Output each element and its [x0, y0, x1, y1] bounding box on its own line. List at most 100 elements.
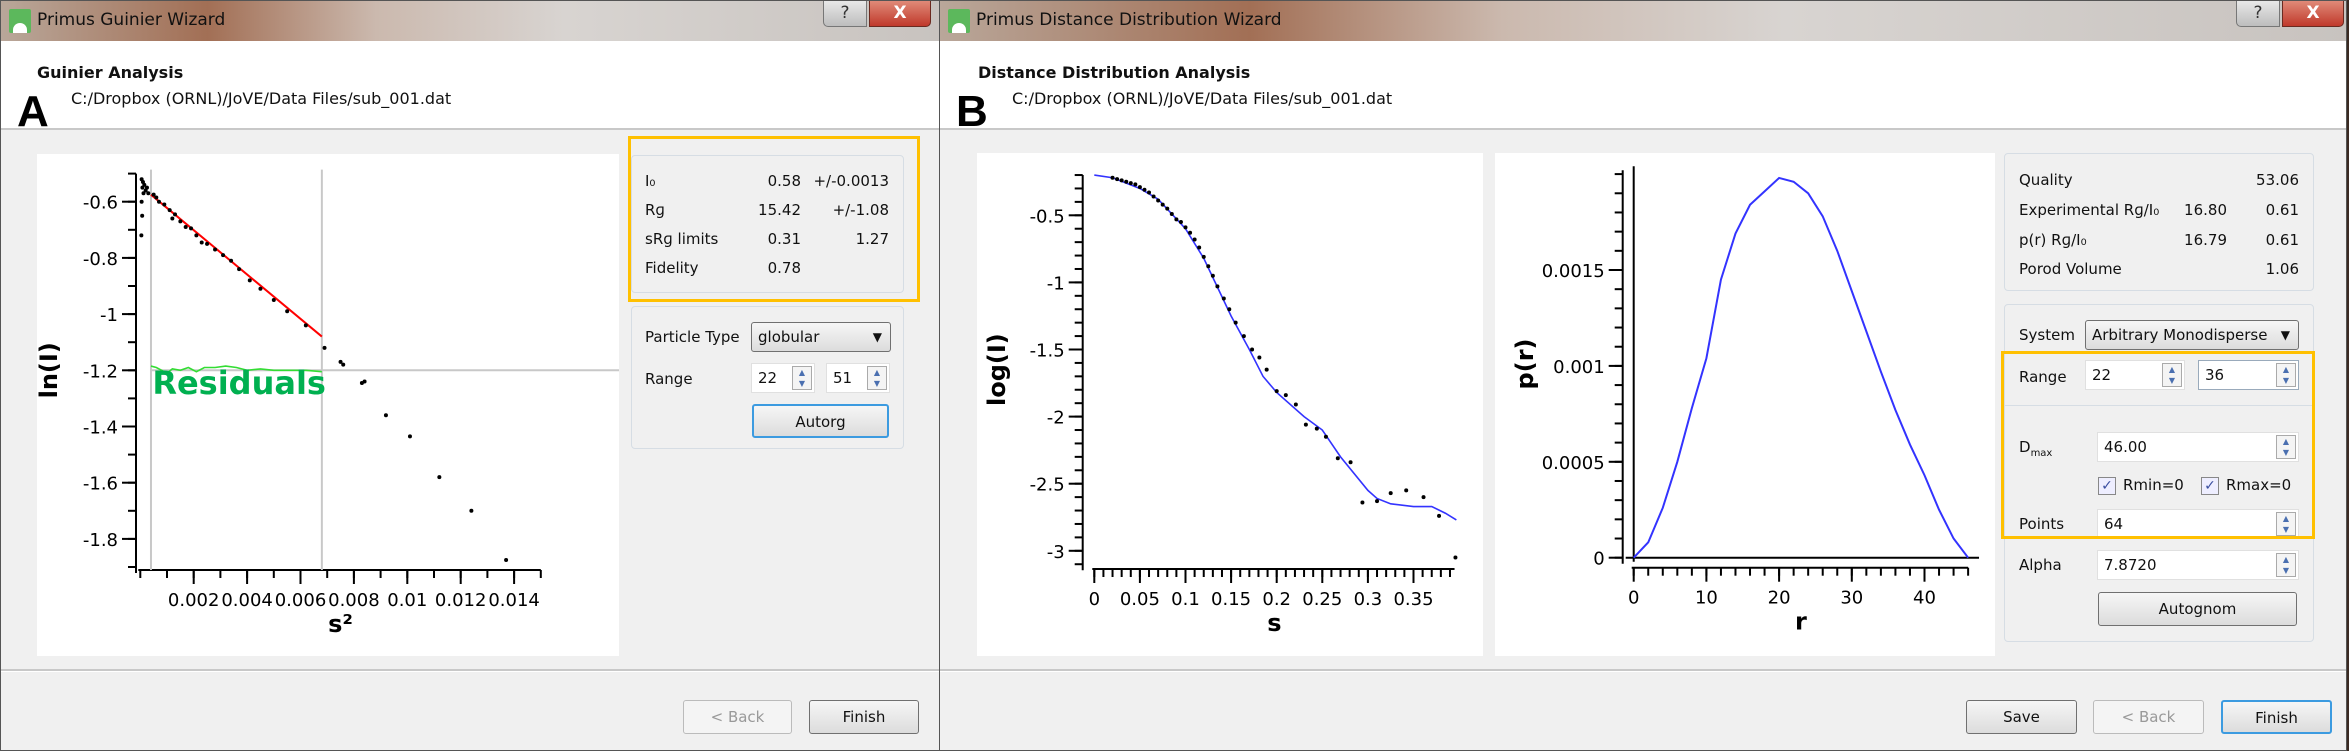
wizard-header: Guinier Analysis C:/Dropbox (ORNL)/JoVE/… [1, 41, 939, 136]
data-point [1110, 175, 1115, 180]
autorg-button[interactable]: Autorg [752, 404, 889, 438]
range-end-spinbox[interactable]: 51 ▲ ▼ [826, 363, 890, 393]
particle-type-select[interactable]: globular ▼ [751, 322, 891, 352]
x-tick-label: 0.2 [1262, 589, 1291, 610]
footer-divider [1, 669, 939, 672]
y-tick-label: -0.5 [1030, 206, 1065, 227]
data-point [1188, 230, 1193, 235]
experimental-rg: 16.80 [2184, 201, 2227, 219]
guinier-chart: 0.002 0.004 0.006 0.008 0.01 0.012 0.014 -0.6 -0… [37, 169, 619, 638]
x-tick-label: 0.004 [221, 590, 273, 611]
data-point [1151, 194, 1156, 199]
data-point [504, 557, 509, 562]
experimental-label: Experimental Rɡ/I₀ [2019, 201, 2160, 219]
back-button[interactable]: < Back [2093, 700, 2204, 734]
finish-button[interactable]: Finish [2221, 700, 2332, 734]
x-tick-label: 0.25 [1302, 589, 1342, 610]
system-label: System [2019, 326, 2075, 344]
y-tick-label: -1.6 [83, 474, 118, 495]
data-point [167, 208, 172, 213]
y-tick-label: -3 [1047, 542, 1065, 563]
y-tick-label: -0.8 [83, 249, 118, 270]
x-tick-label: 0.014 [488, 590, 540, 611]
data-point [141, 191, 146, 196]
data-point [1293, 402, 1298, 407]
window-title: Primus Distance Distribution Wizard [976, 10, 1282, 30]
x-tick-label: 30 [1840, 588, 1863, 609]
result-label: sRɡ limits [645, 230, 719, 248]
data-point [1375, 499, 1380, 504]
range-start-value: 22 [758, 369, 778, 387]
autognom-button[interactable]: Autognom [2098, 592, 2297, 626]
x-axis-label: s [1267, 609, 1281, 637]
help-button[interactable]: ? [2236, 1, 2280, 27]
result-error: +/-1.08 [832, 201, 889, 219]
data-point [1233, 320, 1238, 325]
data-point [1169, 211, 1174, 216]
x-tick-label: 0.35 [1393, 589, 1433, 610]
distance-distribution-wizard-window: Primus Distance Distribution Wizard ? X … [939, 0, 2347, 751]
quality-group: Quality 53.06 Experimental Rɡ/I₀ 16.80 0… [2004, 153, 2314, 291]
data-point [1437, 513, 1442, 518]
chevron-down-icon: ▼ [872, 330, 882, 344]
spin-arrows-icon[interactable]: ▲ ▼ [792, 366, 812, 390]
footer-divider [940, 669, 2346, 672]
y-tick-label: -2 [1047, 408, 1065, 429]
alpha-spinbox[interactable]: 7.8720 ▲ ▼ [2097, 550, 2299, 580]
data-point [1274, 389, 1279, 394]
data-point [1241, 334, 1246, 339]
highlight-box [2001, 351, 2315, 539]
back-button[interactable]: < Back [683, 700, 792, 734]
x-tick-label: 20 [1768, 588, 1791, 609]
save-button[interactable]: Save [1966, 700, 2077, 734]
data-point [1314, 426, 1319, 431]
y-tick-label: -1.5 [1030, 341, 1065, 362]
x-tick-label: 0.002 [168, 590, 220, 611]
x-tick-label: 0 [1089, 589, 1100, 610]
page-title: Guinier Analysis [37, 63, 184, 82]
help-button[interactable]: ? [823, 1, 867, 27]
range-end-value: 51 [833, 369, 853, 387]
x-tick-label: 0.01 [387, 590, 427, 611]
data-point [229, 258, 234, 263]
data-point [1388, 491, 1393, 496]
y-tick-label: 0.0015 [1542, 261, 1605, 282]
data-point [1421, 495, 1426, 500]
panel-letter: B [956, 87, 988, 136]
data-point [1128, 181, 1133, 186]
close-button[interactable]: X [2282, 1, 2344, 27]
data-point [144, 185, 149, 190]
data-point [173, 212, 178, 217]
range-label: Range [645, 370, 693, 388]
window-title: Primus Guinier Wizard [37, 10, 226, 30]
range-start-spinbox[interactable]: 22 ▲ ▼ [751, 363, 815, 393]
data-point [1210, 273, 1215, 278]
pr-rg: 16.79 [2184, 231, 2227, 249]
data-point [271, 298, 276, 303]
y-tick-label: -1 [1047, 273, 1065, 294]
finish-button[interactable]: Finish [809, 700, 919, 734]
data-point [407, 434, 412, 439]
y-tick-label: 0 [1593, 549, 1604, 570]
result-value: 0.78 [767, 259, 801, 277]
data-point [303, 323, 308, 328]
title-bar[interactable]: Primus Distance Distribution Wizard ? X [940, 1, 2346, 41]
x-tick-label: 0.006 [275, 590, 327, 611]
pr-plot: 0 10 20 30 40 0 0.0005 0.001 0.0015 r p(r) [1495, 153, 1995, 656]
guinier-wizard-window: Primus Guinier Wizard ? X Guinier Analys… [0, 0, 940, 751]
guinier-results-group: I₀ 0.58 +/-0.0013 Rɡ 15.42 +/-1.08 sRɡ limits 0… [631, 155, 904, 293]
title-bar[interactable]: Primus Guinier Wizard ? X [1, 1, 939, 41]
data-point [1323, 434, 1328, 439]
close-button[interactable]: X [869, 1, 931, 27]
data-point [139, 233, 144, 238]
file-path: C:/Dropbox (ORNL)/JoVE/Data Files/sub_00… [71, 89, 452, 108]
pr-label: p(r) Rɡ/I₀ [2019, 231, 2087, 249]
spin-arrows-icon[interactable]: ▲ ▼ [867, 366, 887, 390]
residuals-annotation: Residuals [152, 364, 326, 402]
x-tick-label: 40 [1913, 588, 1936, 609]
data-point [1335, 456, 1340, 461]
system-select[interactable]: Arbitrary Monodisperse ▼ [2085, 320, 2299, 350]
data-point [1183, 225, 1188, 230]
spin-arrows-icon[interactable]: ▲ ▼ [2276, 553, 2296, 577]
data-point [139, 199, 144, 204]
